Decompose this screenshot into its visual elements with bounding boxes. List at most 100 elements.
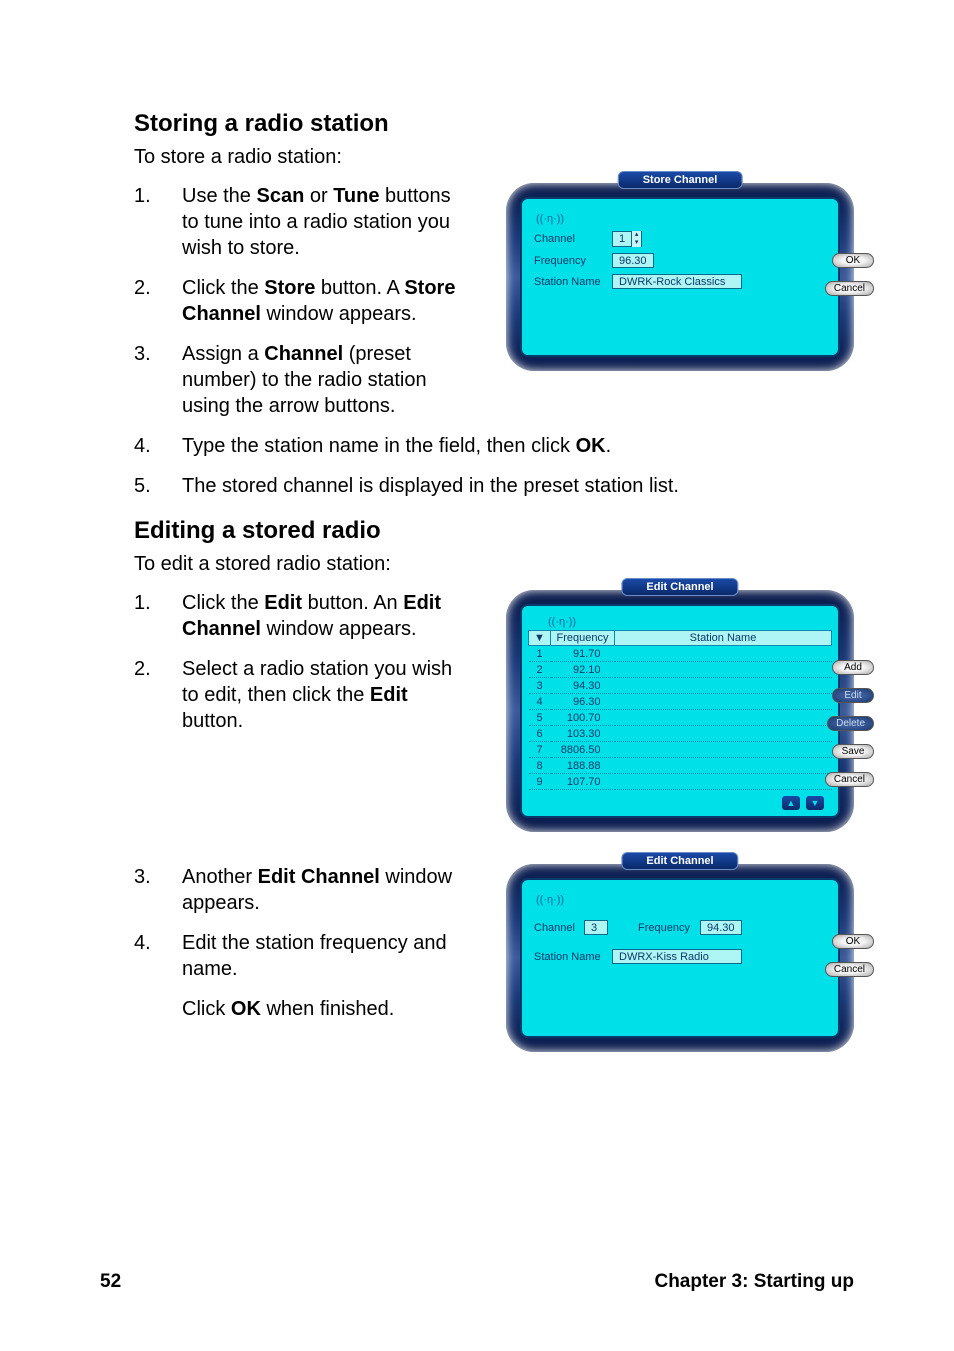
step-num: 4. [134,930,182,982]
edit-channel-list-panel: Edit Channel ((·η·)) ▼ Frequency Station… [506,590,854,832]
channel-table[interactable]: ▼ Frequency Station Name 191.70292.10394… [528,630,832,790]
cell-ch: 5 [529,710,551,726]
col-station-name[interactable]: Station Name [615,631,832,646]
cell-freq: 103.30 [551,726,615,742]
cell-ch: 2 [529,662,551,678]
cell-freq: 96.30 [551,694,615,710]
ok-button[interactable]: OK [832,253,874,268]
cell-name [615,678,832,694]
cell-ch: 7 [529,742,551,758]
station-name-input[interactable]: DWRK-Rock Classics [612,274,742,289]
step-extra: Click OK when finished. [182,996,464,1022]
table-row[interactable]: 8188.88 [529,758,832,774]
cell-freq: 94.30 [551,678,615,694]
step-text: Assign a Channel (preset number) to the … [182,341,464,419]
chapter-label: Chapter 3: Starting up [654,1271,854,1293]
step-num: 3. [134,341,182,419]
table-row[interactable]: 9107.70 [529,774,832,790]
cell-freq: 92.10 [551,662,615,678]
station-name-label: Station Name [534,276,612,288]
cell-name [615,662,832,678]
page-number: 52 [100,1271,121,1293]
step-text: Click the Edit button. An Edit Channel w… [182,590,464,642]
cancel-button[interactable]: Cancel [825,772,874,787]
step-num: 4. [134,433,182,459]
radio-icon: ((·η·)) [536,213,830,225]
scroll-up-icon[interactable]: ▲ [782,796,800,810]
frequency-label: Frequency [638,922,700,934]
table-row[interactable]: 78806.50 [529,742,832,758]
cell-ch: 3 [529,678,551,694]
step-num: 1. [134,590,182,642]
cancel-button[interactable]: Cancel [825,281,874,296]
step-text: Edit the station frequency and name. [182,930,464,982]
cell-freq: 107.70 [551,774,615,790]
table-row[interactable]: 5100.70 [529,710,832,726]
step-text: Select a radio station you wish to edit,… [182,656,464,734]
cell-name [615,726,832,742]
table-row[interactable]: 496.30 [529,694,832,710]
cell-name [615,710,832,726]
cell-ch: 9 [529,774,551,790]
edit-single-title: Edit Channel [621,852,738,870]
step-text: Another Edit Channel window appears. [182,864,464,916]
channel-value: 1 [613,233,631,245]
channel-value: 3 [584,920,608,935]
step-num: 2. [134,275,182,327]
step-text: Click the Store button. A Store Channel … [182,275,464,327]
cancel-button[interactable]: Cancel [825,962,874,977]
radio-icon: ((·η·)) [536,894,830,906]
cell-ch: 8 [529,758,551,774]
frequency-label: Frequency [534,255,612,267]
cell-name [615,774,832,790]
store-title: Store Channel [618,171,743,189]
cell-freq: 188.88 [551,758,615,774]
cell-name [615,646,832,662]
store-channel-panel: Store Channel ((·η·)) Channel 1 ▴▾ Frequ… [506,183,854,371]
cell-name [615,742,832,758]
steps-storing-full: 4. Type the station name in the field, t… [134,433,854,499]
frequency-value: 96.30 [612,253,654,268]
cell-ch: 1 [529,646,551,662]
step-text: The stored channel is displayed in the p… [182,473,854,499]
table-row[interactable]: 191.70 [529,646,832,662]
channel-spinner[interactable]: 1 ▴▾ [612,231,642,247]
cell-freq: 8806.50 [551,742,615,758]
steps-editing-left2: 3. Another Edit Channel window appears. … [134,864,464,1022]
frequency-input[interactable]: 94.30 [700,920,742,935]
spin-up-icon[interactable]: ▴ [631,231,641,239]
spin-down-icon[interactable]: ▾ [631,239,641,247]
col-frequency[interactable]: Frequency [551,631,615,646]
edit-channel-single-panel: Edit Channel ((·η·)) Channel 3 Frequency… [506,864,854,1052]
intro-editing: To edit a stored radio station: [134,553,854,576]
intro-storing: To store a radio station: [134,146,854,169]
step-text: Use the Scan or Tune buttons to tune int… [182,183,464,261]
col-sort[interactable]: ▼ [529,631,551,646]
cell-ch: 6 [529,726,551,742]
step-text: Type the station name in the field, then… [182,433,854,459]
edit-list-title: Edit Channel [621,578,738,596]
step-num: 5. [134,473,182,499]
delete-button[interactable]: Delete [827,716,874,731]
table-row[interactable]: 6103.30 [529,726,832,742]
channel-label: Channel [534,233,612,245]
table-row[interactable]: 292.10 [529,662,832,678]
heading-storing: Storing a radio station [134,110,854,138]
step-num: 3. [134,864,182,916]
station-name-input[interactable]: DWRX-Kiss Radio [612,949,742,964]
steps-editing-left: 1. Click the Edit button. An Edit Channe… [134,590,464,734]
step-num: 2. [134,656,182,734]
radio-icon: ((·η·)) [548,616,832,628]
add-button[interactable]: Add [832,660,874,675]
save-button[interactable]: Save [832,744,874,759]
cell-ch: 4 [529,694,551,710]
steps-storing-left: 1. Use the Scan or Tune buttons to tune … [134,183,464,419]
ok-button[interactable]: OK [832,934,874,949]
station-name-label: Station Name [534,951,612,963]
edit-button[interactable]: Edit [832,688,874,703]
cell-freq: 91.70 [551,646,615,662]
scroll-down-icon[interactable]: ▼ [806,796,824,810]
cell-freq: 100.70 [551,710,615,726]
heading-editing: Editing a stored radio [134,517,854,545]
table-row[interactable]: 394.30 [529,678,832,694]
